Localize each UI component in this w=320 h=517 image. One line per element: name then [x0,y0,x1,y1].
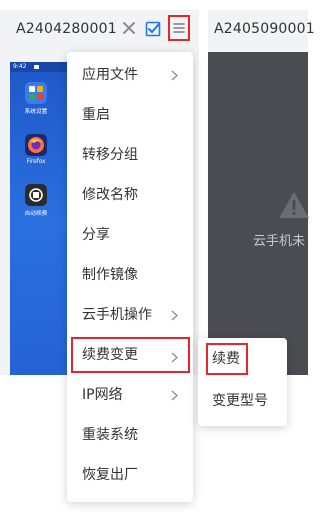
menu-item-label: 续费变更 [82,347,138,363]
menu-item-label: 重启 [82,107,110,123]
app-label: 自动续费 [24,210,48,217]
chevron-right-icon [171,352,178,363]
menu-item-label: 制作镜像 [82,267,138,283]
submenu-item-label: 续费 [212,351,240,367]
phone-status-text: 云手机未 [253,234,306,249]
menu-item-label: 恢复出厂 [82,467,138,483]
chevron-right-icon [171,70,178,81]
card-header: A2405090001 [208,10,315,50]
menu-item-factory-reset[interactable]: 恢复出厂 [67,455,193,495]
menu-item-reinstall-system[interactable]: 重装系统 [67,415,193,455]
status-time: 9:42 [13,63,27,70]
menu-item-label: 重装系统 [82,427,138,443]
card-title: A2404280001 [16,21,117,37]
submenu-item-label: 变更型号 [212,393,268,409]
status-bar: 9:42 [10,62,70,72]
more-menu-button[interactable] [168,15,190,41]
menu-item-label: 应用文件 [82,67,138,83]
menu-item-make-image[interactable]: 制作镜像 [67,255,193,295]
menu-item-phone-operations[interactable]: 云手机操作 [67,295,193,335]
phone-screen-preview[interactable]: 9:42 系统设置 Firefox 自动续费 [10,62,70,375]
firefox-app-icon [25,134,47,156]
menu-item-label: IP网络 [82,387,123,403]
app-auto-renew: 自动续费 [16,184,56,217]
menu-item-share[interactable]: 分享 [67,215,193,255]
menu-item-app-files[interactable]: 应用文件 [67,55,193,95]
card-title: A2405090001 [214,21,315,37]
checkbox-icon[interactable] [145,21,161,37]
status-icon [34,65,39,69]
app-label: 系统设置 [24,108,48,115]
menu-item-renew-change[interactable]: 续费变更 [71,337,190,373]
menu-item-label: 分享 [82,227,110,243]
auto-renew-app-icon [25,184,47,206]
menu-item-ip-network[interactable]: IP网络 [67,375,193,415]
menu-icon [173,23,185,33]
menu-item-rename[interactable]: 修改名称 [67,175,193,215]
renew-change-submenu: 续费 变更型号 [198,338,287,426]
app-firefox: Firefox [16,134,56,165]
settings-app-icon [25,82,47,104]
warning-icon [279,192,309,218]
chevron-right-icon [171,310,178,321]
menu-item-label: 转移分组 [82,147,138,163]
phone-screen-preview[interactable]: 云手机未 [208,52,309,375]
close-icon[interactable] [122,21,136,35]
cloud-phone-card-2: A2405090001 云手机未 [208,10,315,375]
menu-item-label: 云手机操作 [82,307,152,323]
submenu-item-change-model[interactable]: 变更型号 [198,381,287,421]
menu-item-label: 修改名称 [82,187,138,203]
menu-item-move-group[interactable]: 转移分组 [67,135,193,175]
submenu-item-renew[interactable]: 续费 [206,343,248,375]
app-settings: 系统设置 [16,82,56,115]
app-label: Firefox [26,158,46,165]
chevron-right-icon [171,390,178,401]
menu-item-restart[interactable]: 重启 [67,95,193,135]
actions-dropdown-menu: 应用文件 重启 转移分组 修改名称 分享 制作镜像 云手机操作 续费变更 IP网… [67,52,193,502]
